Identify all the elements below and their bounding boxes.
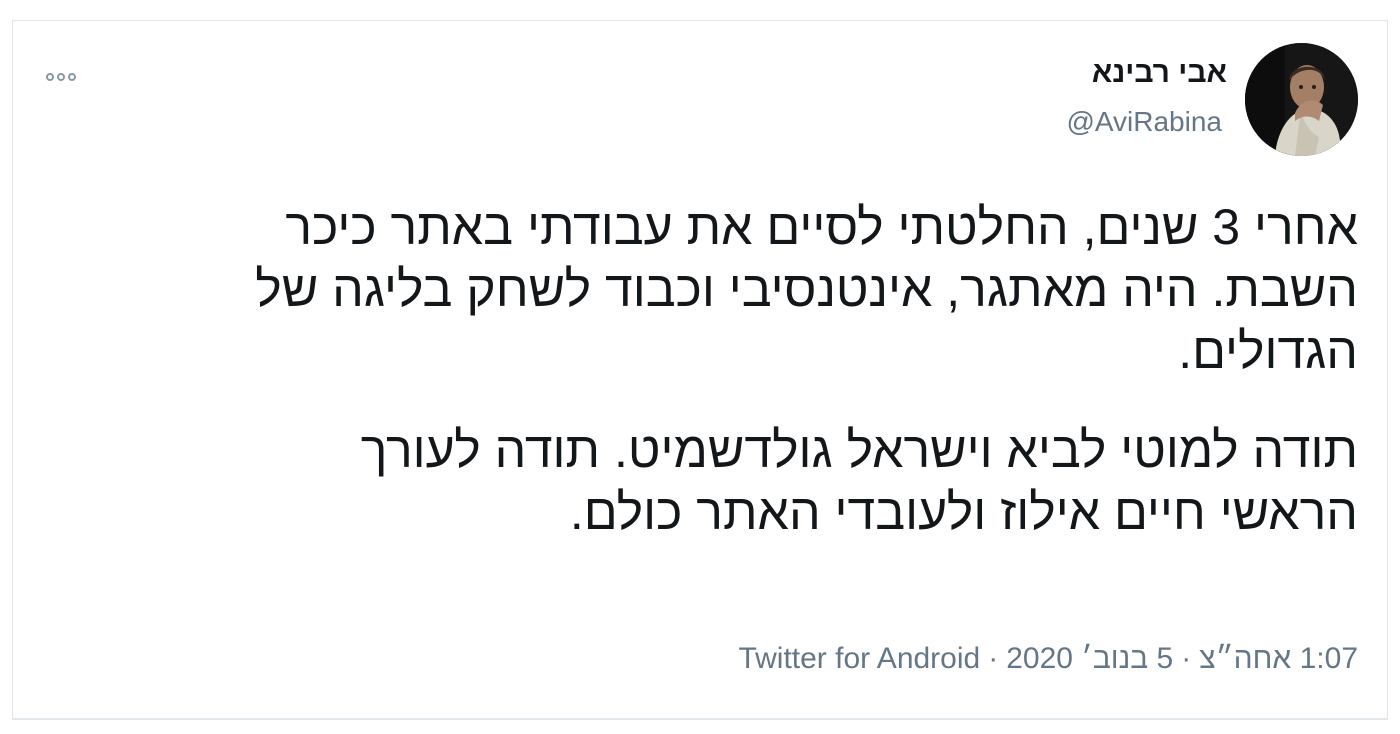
meta-separator: ·: [1181, 642, 1192, 675]
avatar[interactable]: [1245, 43, 1358, 156]
page-edge: [1388, 20, 1400, 734]
tweet-source-link[interactable]: Twitter for Android: [738, 642, 980, 676]
tweet-meta: 1:07 אחה״צ · 5 בנוב׳ 2020 · Twitter for …: [738, 642, 1358, 676]
author-display-name[interactable]: אבי רבינא: [1092, 56, 1227, 90]
meta-separator: ·: [988, 642, 999, 675]
more-options-icon: [57, 73, 65, 81]
tweet-text: אחרי 3 שנים, החלטתי לסיים את עבודתי באתר…: [58, 196, 1358, 543]
tweet-screenshot: אבי רבינא @AviRabina אחרי 3 שנים, החלטתי…: [0, 0, 1400, 734]
tweet-text-line: תודה למוטי לביא וישראל גולדשמיט. תודה לע…: [360, 422, 1358, 478]
tweet-divider: [12, 718, 1388, 720]
more-options-icon: [46, 73, 54, 81]
more-options-icon: [68, 73, 76, 81]
tweet-text-line: השבת. היה מאתגר, אינטנסיבי וכבוד לשחק בל…: [255, 261, 1358, 317]
tweet-date[interactable]: 5 בנוב׳ 2020: [1006, 642, 1173, 676]
author-handle[interactable]: @AviRabina: [1066, 106, 1222, 138]
tweet-text-line: הגדולים.: [1178, 323, 1358, 379]
tweet-text-line: הראשי חיים אילוז ולעובדי האתר כולם.: [569, 484, 1358, 540]
more-options-button[interactable]: [46, 66, 92, 88]
tweet-time[interactable]: 1:07 אחה״צ: [1199, 642, 1358, 676]
tweet-text-line: אחרי 3 שנים, החלטתי לסיים את עבודתי באתר…: [285, 199, 1358, 255]
profile-photo-icon: [1245, 43, 1358, 156]
